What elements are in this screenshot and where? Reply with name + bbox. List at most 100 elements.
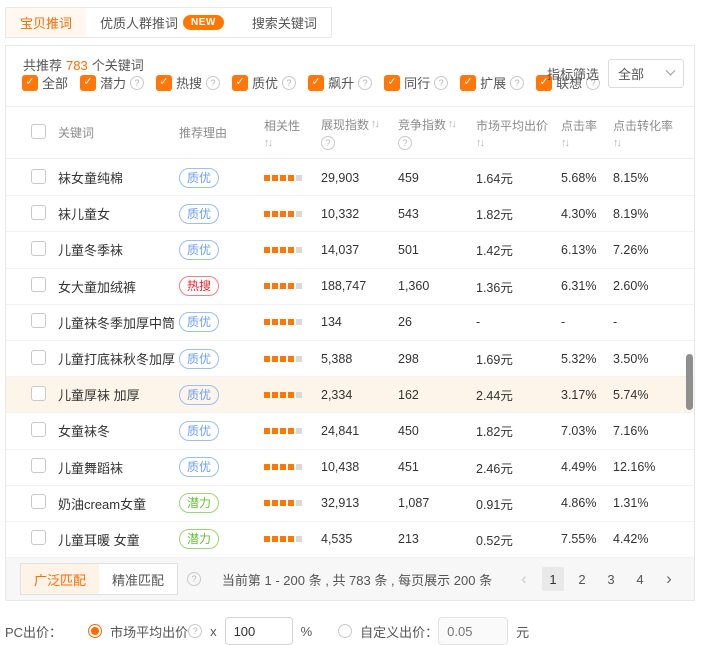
market-percent-input[interactable] bbox=[225, 617, 293, 645]
checkbox-checked[interactable]: ✓ bbox=[156, 75, 172, 91]
prev-page-icon[interactable]: ‹ bbox=[513, 567, 535, 591]
row-checkbox[interactable] bbox=[31, 458, 46, 473]
filter-checkbox-item[interactable]: ✓ 热搜 ? bbox=[156, 73, 220, 92]
competition-cell: 543 bbox=[398, 207, 476, 221]
select-all-checkbox[interactable] bbox=[31, 124, 46, 139]
sort-icon[interactable]: ↑↓ bbox=[448, 118, 457, 130]
table-row: 袜女童纯棉 质优 29,903 459 1.64元 5.68% 8.15% bbox=[6, 160, 694, 196]
checkbox-checked[interactable]: ✓ bbox=[232, 75, 248, 91]
help-icon[interactable]: ? bbox=[510, 76, 524, 90]
relevance-bar-segment bbox=[296, 500, 302, 506]
page-number[interactable]: 1 bbox=[542, 567, 564, 591]
filter-checkbox-item[interactable]: ✓ 飙升 ? bbox=[308, 73, 372, 92]
custom-price-radio[interactable] bbox=[338, 624, 352, 638]
help-icon[interactable]: ? bbox=[188, 624, 202, 638]
metric-filter: 指标筛选 全部 bbox=[547, 59, 684, 88]
tab-search-keywords[interactable]: 搜索关键词 bbox=[238, 8, 331, 37]
help-icon[interactable]: ? bbox=[358, 76, 372, 90]
row-checkbox[interactable] bbox=[31, 386, 46, 401]
help-icon[interactable]: ? bbox=[321, 136, 335, 150]
market-price-label: 市场平均出价 bbox=[110, 622, 188, 641]
impression-cell: 4,535 bbox=[321, 532, 398, 546]
tab-item-recommend[interactable]: 宝贝推词 bbox=[6, 8, 86, 37]
sort-icon[interactable]: ↑↓ bbox=[476, 137, 485, 149]
relevance-bar-segment bbox=[280, 356, 286, 362]
competition-cell: 1,087 bbox=[398, 496, 476, 510]
relevance-bar-segment bbox=[280, 428, 286, 434]
metric-filter-select[interactable]: 全部 bbox=[608, 59, 684, 88]
checkbox-checked[interactable]: ✓ bbox=[22, 75, 38, 91]
broad-match-button[interactable]: 广泛匹配 bbox=[21, 564, 99, 594]
exact-match-button[interactable]: 精准匹配 bbox=[99, 564, 177, 594]
filter-checkbox-item[interactable]: ✓ 质优 ? bbox=[232, 73, 296, 92]
col-cvr: 点击转化率 ↑↓ bbox=[613, 117, 694, 149]
row-checkbox[interactable] bbox=[31, 530, 46, 545]
relevance-bar-segment bbox=[264, 175, 270, 181]
competition-cell: 1,360 bbox=[398, 279, 476, 293]
relevance-bar-segment bbox=[264, 319, 270, 325]
keyword-cell: 袜儿童女 bbox=[58, 204, 179, 223]
checkbox-checked[interactable]: ✓ bbox=[308, 75, 324, 91]
filter-label: 飙升 bbox=[328, 73, 354, 92]
table-row: 奶油cream女童 潜力 32,913 1,087 0.91元 4.86% 1.… bbox=[6, 486, 694, 522]
row-checkbox[interactable] bbox=[31, 205, 46, 220]
relevance-bar-segment bbox=[264, 464, 270, 470]
price-cell: 0.91元 bbox=[476, 494, 561, 513]
multiply-sign: x bbox=[210, 624, 217, 639]
checkbox-checked[interactable]: ✓ bbox=[460, 75, 476, 91]
page-number[interactable]: 2 bbox=[571, 567, 593, 591]
sort-icon[interactable]: ↑↓ bbox=[561, 137, 570, 149]
next-page-icon[interactable]: › bbox=[658, 567, 680, 591]
price-cell: 2.46元 bbox=[476, 458, 561, 477]
market-price-radio[interactable] bbox=[88, 624, 102, 638]
row-checkbox[interactable] bbox=[31, 241, 46, 256]
page-number[interactable]: 4 bbox=[629, 567, 651, 591]
relevance-bar-segment bbox=[280, 175, 286, 181]
filter-checkbox-item[interactable]: ✓ 同行 ? bbox=[384, 73, 448, 92]
ctr-cell: 5.32% bbox=[561, 352, 613, 366]
row-checkbox[interactable] bbox=[31, 313, 46, 328]
filter-label: 同行 bbox=[404, 73, 430, 92]
filter-checkbox-item[interactable]: ✓ 全部 bbox=[22, 73, 68, 92]
check-icon: ✓ bbox=[235, 77, 244, 88]
table-body: 袜女童纯棉 质优 29,903 459 1.64元 5.68% 8.15% 袜儿… bbox=[6, 160, 694, 558]
filter-checkbox-item[interactable]: ✓ 扩展 ? bbox=[460, 73, 524, 92]
sort-icon[interactable]: ↑↓ bbox=[371, 118, 380, 130]
row-checkbox[interactable] bbox=[31, 350, 46, 365]
summary-prefix: 共推荐 bbox=[23, 58, 62, 73]
vertical-scrollbar-thumb[interactable] bbox=[686, 354, 693, 410]
sort-icon[interactable]: ↑↓ bbox=[264, 137, 273, 149]
help-icon[interactable]: ? bbox=[434, 76, 448, 90]
custom-price-input[interactable] bbox=[438, 617, 508, 645]
row-checkbox[interactable] bbox=[31, 277, 46, 292]
help-icon[interactable]: ? bbox=[130, 76, 144, 90]
keyword-cell: 儿童打底袜秋冬加厚 bbox=[58, 349, 179, 368]
row-checkbox[interactable] bbox=[31, 422, 46, 437]
tab-crowd-recommend[interactable]: 优质人群推词 NEW bbox=[86, 8, 238, 37]
row-checkbox[interactable] bbox=[31, 494, 46, 509]
help-icon[interactable]: ? bbox=[206, 76, 220, 90]
checkbox-checked[interactable]: ✓ bbox=[384, 75, 400, 91]
col-label: 点击转化率 bbox=[613, 117, 673, 134]
impression-cell: 10,332 bbox=[321, 207, 398, 221]
relevance-bar-segment bbox=[288, 283, 294, 289]
keyword-cell: 儿童舞蹈袜 bbox=[58, 458, 179, 477]
col-ctr: 点击率 ↑↓ bbox=[561, 117, 613, 149]
relevance-bar-segment bbox=[280, 536, 286, 542]
relevance-bar-segment bbox=[272, 392, 278, 398]
col-price: 市场平均出价 ↑↓ bbox=[476, 117, 561, 149]
table-row: 儿童耳暖 女童 潜力 4,535 213 0.52元 7.55% 4.42% bbox=[6, 522, 694, 558]
help-icon[interactable]: ? bbox=[398, 136, 412, 150]
keyword-count: 783 bbox=[66, 58, 88, 73]
help-icon[interactable]: ? bbox=[187, 572, 201, 586]
page-number[interactable]: 3 bbox=[600, 567, 622, 591]
ctr-cell: 6.31% bbox=[561, 279, 613, 293]
sort-icon[interactable]: ↑↓ bbox=[613, 137, 622, 149]
filter-checkbox-item[interactable]: ✓ 潜力 ? bbox=[80, 73, 144, 92]
relevance-bar-segment bbox=[296, 464, 302, 470]
row-checkbox[interactable] bbox=[31, 169, 46, 184]
table-row: 女童袜冬 质优 24,841 450 1.82元 7.03% 7.16% bbox=[6, 413, 694, 449]
relevance-bar-segment bbox=[296, 356, 302, 362]
help-icon[interactable]: ? bbox=[282, 76, 296, 90]
checkbox-checked[interactable]: ✓ bbox=[80, 75, 96, 91]
